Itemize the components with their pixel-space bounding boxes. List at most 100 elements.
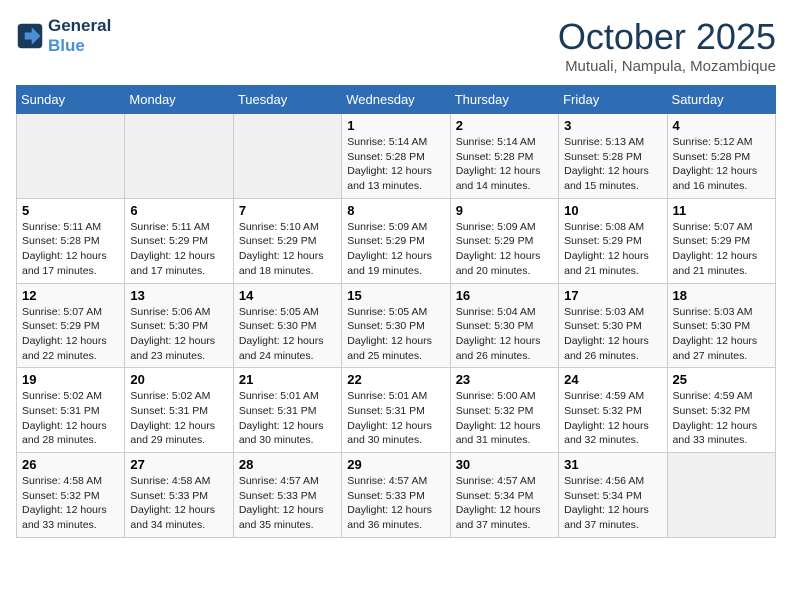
day-cell: 22Sunrise: 5:01 AM Sunset: 5:31 PM Dayli… xyxy=(342,368,450,453)
header-sunday: Sunday xyxy=(17,86,125,114)
month-title: October 2025 xyxy=(558,16,776,58)
day-cell: 11 Sunrise: 5:07 AM Sunset: 5:29 PM Dayli… xyxy=(667,198,775,283)
day-cell: 23 Sunrise: 5:00 AM Sunset: 5:32 PM Dayli… xyxy=(450,368,558,453)
day-cell: 9 Sunrise: 5:09 AM Sunset: 5:29 PM Daylig… xyxy=(450,198,558,283)
day-number: 7 xyxy=(239,203,336,218)
day-cell: 14Sunrise: 5:05 AM Sunset: 5:30 PM Dayli… xyxy=(233,283,341,368)
day-number: 13 xyxy=(130,288,227,303)
day-number: 6 xyxy=(130,203,227,218)
day-number: 9 xyxy=(456,203,553,218)
day-cell: 27 Sunrise: 4:58 AM Sunset: 5:33 PM Dayli… xyxy=(125,453,233,538)
day-number: 26 xyxy=(22,457,119,472)
week-row-3: 12 Sunrise: 5:07 AM Sunset: 5:29 PM Dayli… xyxy=(17,283,776,368)
day-cell: 20 Sunrise: 5:02 AM Sunset: 5:31 PM Dayli… xyxy=(125,368,233,453)
logo-text-line2: Blue xyxy=(48,36,111,56)
day-cell: 13 Sunrise: 5:06 AM Sunset: 5:30 PM Dayli… xyxy=(125,283,233,368)
day-info: Sunrise: 5:11 AM Sunset: 5:28 PM Dayligh… xyxy=(22,220,119,279)
day-number: 15 xyxy=(347,288,444,303)
day-number: 4 xyxy=(673,118,770,133)
day-number: 25 xyxy=(673,372,770,387)
page-header: General Blue October 2025 Mutuali, Nampu… xyxy=(16,16,776,75)
day-info: Sunrise: 4:59 AM Sunset: 5:32 PM Dayligh… xyxy=(673,389,770,448)
calendar-table: Sunday Monday Tuesday Wednesday Thursday… xyxy=(16,85,776,538)
logo-text-line1: General xyxy=(48,16,111,36)
day-info: Sunrise: 5:04 AM Sunset: 5:30 PM Dayligh… xyxy=(456,305,553,364)
day-number: 31 xyxy=(564,457,661,472)
header-thursday: Thursday xyxy=(450,86,558,114)
day-info: Sunrise: 4:58 AM Sunset: 5:32 PM Dayligh… xyxy=(22,474,119,533)
day-cell: 28 Sunrise: 4:57 AM Sunset: 5:33 PM Dayli… xyxy=(233,453,341,538)
logo: General Blue xyxy=(16,16,111,56)
day-number: 21 xyxy=(239,372,336,387)
day-info: Sunrise: 4:58 AM Sunset: 5:33 PM Dayligh… xyxy=(130,474,227,533)
day-number: 30 xyxy=(456,457,553,472)
day-info: Sunrise: 5:13 AM Sunset: 5:28 PM Dayligh… xyxy=(564,135,661,194)
day-cell: 3 Sunrise: 5:13 AM Sunset: 5:28 PM Daylig… xyxy=(559,114,667,199)
day-cell: 26 Sunrise: 4:58 AM Sunset: 5:32 PM Dayli… xyxy=(17,453,125,538)
day-number: 17 xyxy=(564,288,661,303)
day-number: 27 xyxy=(130,457,227,472)
day-info: Sunrise: 5:12 AM Sunset: 5:28 PM Dayligh… xyxy=(673,135,770,194)
day-number: 20 xyxy=(130,372,227,387)
day-info: Sunrise: 5:07 AM Sunset: 5:29 PM Dayligh… xyxy=(673,220,770,279)
day-cell: 2 Sunrise: 5:14 AM Sunset: 5:28 PM Daylig… xyxy=(450,114,558,199)
day-number: 19 xyxy=(22,372,119,387)
week-row-1: 1 Sunrise: 5:14 AM Sunset: 5:28 PM Daylig… xyxy=(17,114,776,199)
header-tuesday: Tuesday xyxy=(233,86,341,114)
location-subtitle: Mutuali, Nampula, Mozambique xyxy=(558,58,776,75)
day-info: Sunrise: 5:14 AM Sunset: 5:28 PM Dayligh… xyxy=(456,135,553,194)
day-info: Sunrise: 4:56 AM Sunset: 5:34 PM Dayligh… xyxy=(564,474,661,533)
day-info: Sunrise: 5:09 AM Sunset: 5:29 PM Dayligh… xyxy=(347,220,444,279)
day-number: 5 xyxy=(22,203,119,218)
day-number: 28 xyxy=(239,457,336,472)
day-number: 23 xyxy=(456,372,553,387)
day-info: Sunrise: 5:08 AM Sunset: 5:29 PM Dayligh… xyxy=(564,220,661,279)
day-info: Sunrise: 5:03 AM Sunset: 5:30 PM Dayligh… xyxy=(564,305,661,364)
week-row-2: 5 Sunrise: 5:11 AM Sunset: 5:28 PM Daylig… xyxy=(17,198,776,283)
day-info: Sunrise: 5:02 AM Sunset: 5:31 PM Dayligh… xyxy=(130,389,227,448)
day-number: 1 xyxy=(347,118,444,133)
day-cell xyxy=(667,453,775,538)
day-cell: 17 Sunrise: 5:03 AM Sunset: 5:30 PM Dayli… xyxy=(559,283,667,368)
day-cell: 4 Sunrise: 5:12 AM Sunset: 5:28 PM Daylig… xyxy=(667,114,775,199)
day-number: 11 xyxy=(673,203,770,218)
day-cell: 8Sunrise: 5:09 AM Sunset: 5:29 PM Daylig… xyxy=(342,198,450,283)
day-cell: 24Sunrise: 4:59 AM Sunset: 5:32 PM Dayli… xyxy=(559,368,667,453)
week-row-4: 19 Sunrise: 5:02 AM Sunset: 5:31 PM Dayli… xyxy=(17,368,776,453)
day-info: Sunrise: 5:09 AM Sunset: 5:29 PM Dayligh… xyxy=(456,220,553,279)
day-info: Sunrise: 5:07 AM Sunset: 5:29 PM Dayligh… xyxy=(22,305,119,364)
day-cell: 19Sunrise: 5:02 AM Sunset: 5:31 PM Dayli… xyxy=(17,368,125,453)
day-cell: 18 Sunrise: 5:03 AM Sunset: 5:30 PM Dayli… xyxy=(667,283,775,368)
day-number: 2 xyxy=(456,118,553,133)
day-cell: 12 Sunrise: 5:07 AM Sunset: 5:29 PM Dayli… xyxy=(17,283,125,368)
header-wednesday: Wednesday xyxy=(342,86,450,114)
header-monday: Monday xyxy=(125,86,233,114)
day-info: Sunrise: 5:14 AM Sunset: 5:28 PM Dayligh… xyxy=(347,135,444,194)
header-row: Sunday Monday Tuesday Wednesday Thursday… xyxy=(17,86,776,114)
day-info: Sunrise: 4:57 AM Sunset: 5:34 PM Dayligh… xyxy=(456,474,553,533)
day-info: Sunrise: 5:06 AM Sunset: 5:30 PM Dayligh… xyxy=(130,305,227,364)
day-cell xyxy=(125,114,233,199)
day-cell: 16Sunrise: 5:04 AM Sunset: 5:30 PM Dayli… xyxy=(450,283,558,368)
day-info: Sunrise: 4:57 AM Sunset: 5:33 PM Dayligh… xyxy=(239,474,336,533)
day-info: Sunrise: 5:05 AM Sunset: 5:30 PM Dayligh… xyxy=(347,305,444,364)
day-number: 29 xyxy=(347,457,444,472)
day-cell: 25 Sunrise: 4:59 AM Sunset: 5:32 PM Dayli… xyxy=(667,368,775,453)
day-number: 22 xyxy=(347,372,444,387)
day-info: Sunrise: 5:00 AM Sunset: 5:32 PM Dayligh… xyxy=(456,389,553,448)
day-number: 10 xyxy=(564,203,661,218)
day-cell: 31 Sunrise: 4:56 AM Sunset: 5:34 PM Dayli… xyxy=(559,453,667,538)
day-info: Sunrise: 4:57 AM Sunset: 5:33 PM Dayligh… xyxy=(347,474,444,533)
day-cell xyxy=(233,114,341,199)
day-info: Sunrise: 5:05 AM Sunset: 5:30 PM Dayligh… xyxy=(239,305,336,364)
day-number: 12 xyxy=(22,288,119,303)
day-number: 18 xyxy=(673,288,770,303)
day-cell: 30 Sunrise: 4:57 AM Sunset: 5:34 PM Dayli… xyxy=(450,453,558,538)
logo-icon xyxy=(16,22,44,50)
day-number: 3 xyxy=(564,118,661,133)
day-cell: 7Sunrise: 5:10 AM Sunset: 5:29 PM Daylig… xyxy=(233,198,341,283)
day-info: Sunrise: 5:01 AM Sunset: 5:31 PM Dayligh… xyxy=(239,389,336,448)
day-info: Sunrise: 5:03 AM Sunset: 5:30 PM Dayligh… xyxy=(673,305,770,364)
day-cell: 21 Sunrise: 5:01 AM Sunset: 5:31 PM Dayli… xyxy=(233,368,341,453)
header-saturday: Saturday xyxy=(667,86,775,114)
